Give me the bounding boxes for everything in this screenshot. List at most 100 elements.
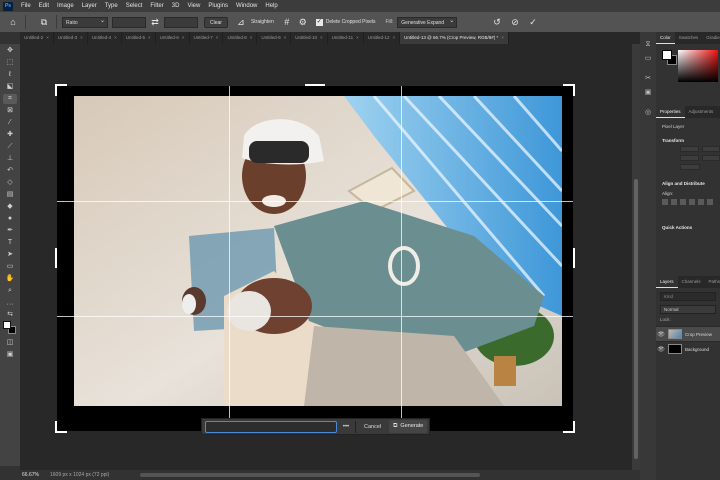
quick-actions-header[interactable]: Quick Actions — [656, 223, 720, 233]
delete-cropped-checkbox[interactable]: ✓ — [315, 18, 323, 26]
crop-tool-preset-icon[interactable]: ⧉ — [37, 15, 51, 29]
canvas-area[interactable]: ••• Cancel ⧉ Generate — [20, 44, 640, 470]
width-field[interactable] — [112, 16, 146, 28]
align-center-icon[interactable] — [671, 199, 677, 205]
marquee-tool-icon[interactable]: ⬚ — [3, 58, 17, 68]
quick-mask-icon[interactable]: ◫ — [3, 338, 17, 348]
move-tool-icon[interactable]: ✥ — [3, 46, 17, 56]
crop-handle-bottom-left[interactable] — [55, 421, 57, 433]
transform-w-field[interactable] — [680, 146, 699, 152]
document-tab[interactable]: Untitled-7 × — [190, 32, 224, 44]
generate-button[interactable]: ⧉ Generate — [389, 420, 428, 433]
photoshop-logo-icon[interactable]: Ps — [3, 1, 13, 11]
color-tab-color[interactable]: Color — [656, 32, 675, 44]
properties-tab-properties[interactable]: Properties — [656, 106, 685, 118]
frame-tool-icon[interactable]: ⊠ — [3, 106, 17, 116]
rectangle-tool-icon[interactable]: ▭ — [3, 262, 17, 272]
properties-tab-adjustments[interactable]: Adjustments — [685, 106, 718, 118]
more-options-button[interactable]: ••• — [340, 424, 352, 430]
reset-icon[interactable]: ↺ — [490, 15, 504, 29]
layers-tab-paths[interactable]: Paths — [705, 276, 720, 288]
adjustments-icon[interactable]: ◎ — [643, 108, 653, 118]
home-icon[interactable]: ⌂ — [6, 15, 20, 29]
menu-select[interactable]: Select — [122, 0, 147, 12]
menu-filter[interactable]: Filter — [146, 0, 167, 12]
settings-gear-icon[interactable]: ⚙ — [296, 15, 310, 29]
close-tab-icon[interactable]: × — [46, 35, 49, 40]
menu-edit[interactable]: Edit — [35, 0, 53, 12]
close-tab-icon[interactable]: × — [114, 35, 117, 40]
close-tab-icon[interactable]: × — [320, 35, 323, 40]
ratio-select[interactable]: Ratio — [62, 16, 108, 28]
close-tab-icon[interactable]: × — [148, 35, 151, 40]
menu-type[interactable]: Type — [101, 0, 122, 12]
color-spectrum[interactable] — [678, 50, 718, 82]
align-section-header[interactable]: Align and Distribute — [656, 179, 720, 189]
menu-view[interactable]: View — [183, 0, 204, 12]
commit-check-icon[interactable]: ✓ — [526, 15, 540, 29]
path-selection-tool-icon[interactable]: ➤ — [3, 250, 17, 260]
libraries-icon[interactable]: ✂ — [643, 74, 653, 84]
history-brush-tool-icon[interactable]: ↶ — [3, 166, 17, 176]
transform-section-header[interactable]: Transform — [656, 136, 720, 146]
menu-layer[interactable]: Layer — [78, 0, 101, 12]
transform-y-field[interactable] — [701, 155, 720, 161]
blend-mode-select[interactable]: Normal — [660, 305, 716, 314]
align-middle-icon[interactable] — [698, 199, 704, 205]
comments-icon[interactable]: ▭ — [643, 54, 653, 64]
layers-tab-channels[interactable]: Channels — [678, 276, 705, 288]
document-tab[interactable]: Untitled-12 × — [364, 32, 401, 44]
align-left-icon[interactable] — [662, 199, 668, 205]
clear-button[interactable]: Clear — [204, 16, 228, 28]
hand-tool-icon[interactable]: ✋ — [3, 274, 17, 284]
color-panel-foreground-swatch[interactable] — [662, 50, 672, 60]
transform-x-field[interactable] — [680, 155, 699, 161]
dodge-tool-icon[interactable]: ● — [3, 214, 17, 224]
align-bottom-icon[interactable] — [707, 199, 713, 205]
history-icon[interactable]: ⧖ — [643, 40, 653, 50]
document-tab[interactable]: Untitled-4 × — [88, 32, 122, 44]
overlay-grid-icon[interactable]: # — [280, 15, 294, 29]
lasso-tool-icon[interactable]: ℓ — [3, 70, 17, 80]
color-tab-gradient[interactable]: Gradient — [702, 32, 720, 44]
crop-tool-icon[interactable]: ⌗ — [3, 94, 17, 104]
document-tab[interactable]: Untitled-2 × — [20, 32, 54, 44]
layer-filter-search[interactable]: Kind — [660, 292, 716, 301]
cancel-crop-icon[interactable]: ⊘ — [508, 15, 522, 29]
crop-handle-right[interactable] — [573, 248, 575, 268]
align-top-icon[interactable] — [689, 199, 695, 205]
menu-plugins[interactable]: Plugins — [204, 0, 232, 12]
close-tab-icon[interactable]: × — [182, 35, 185, 40]
crop-handle-bottom-right[interactable] — [573, 421, 575, 433]
vertical-scrollbar[interactable] — [632, 44, 640, 470]
crop-area[interactable] — [55, 84, 575, 433]
crop-handle-top[interactable] — [305, 84, 325, 86]
generative-prompt-input[interactable] — [205, 420, 337, 433]
straighten-button[interactable]: Straighten — [251, 19, 274, 25]
menu-file[interactable]: File — [17, 0, 35, 12]
menu-window[interactable]: Window — [232, 0, 261, 12]
layers-tab-layers[interactable]: Layers — [656, 276, 678, 288]
horizontal-scrollbar[interactable] — [140, 473, 480, 477]
layer-row[interactable]: 👁 Crop Preview — [656, 326, 720, 341]
transform-angle-input[interactable] — [680, 164, 700, 170]
document-tab-active[interactable]: Untitled-13 @ 66.7% (Crop Preview, RGB/8… — [400, 32, 509, 44]
type-tool-icon[interactable]: T — [3, 238, 17, 248]
eraser-tool-icon[interactable]: ◇ — [3, 178, 17, 188]
brush-tool-icon[interactable]: ⟋ — [3, 142, 17, 152]
document-tab[interactable]: Untitled-9 × — [257, 32, 292, 44]
gradient-tool-icon[interactable]: ▤ — [3, 190, 17, 200]
document-tab[interactable]: Untitled-3 × — [54, 32, 88, 44]
crop-handle-top-left[interactable] — [55, 84, 57, 96]
clone-stamp-tool-icon[interactable]: ⊥ — [3, 154, 17, 164]
close-tab-icon[interactable]: × — [501, 35, 504, 40]
straighten-icon[interactable]: ⊿ — [234, 15, 248, 29]
layer-comps-icon[interactable]: ▣ — [643, 88, 653, 98]
document-tab[interactable]: Untitled-11 × — [328, 32, 364, 44]
document-tab[interactable]: Untitled-6 × — [156, 32, 190, 44]
height-field[interactable] — [164, 16, 198, 28]
screen-mode-icon[interactable]: ▣ — [3, 350, 17, 360]
healing-brush-tool-icon[interactable]: ✚ — [3, 130, 17, 140]
document-dimensions[interactable]: 1609 px x 1024 px (72 ppi) — [50, 470, 109, 480]
menu-3d[interactable]: 3D — [168, 0, 184, 12]
